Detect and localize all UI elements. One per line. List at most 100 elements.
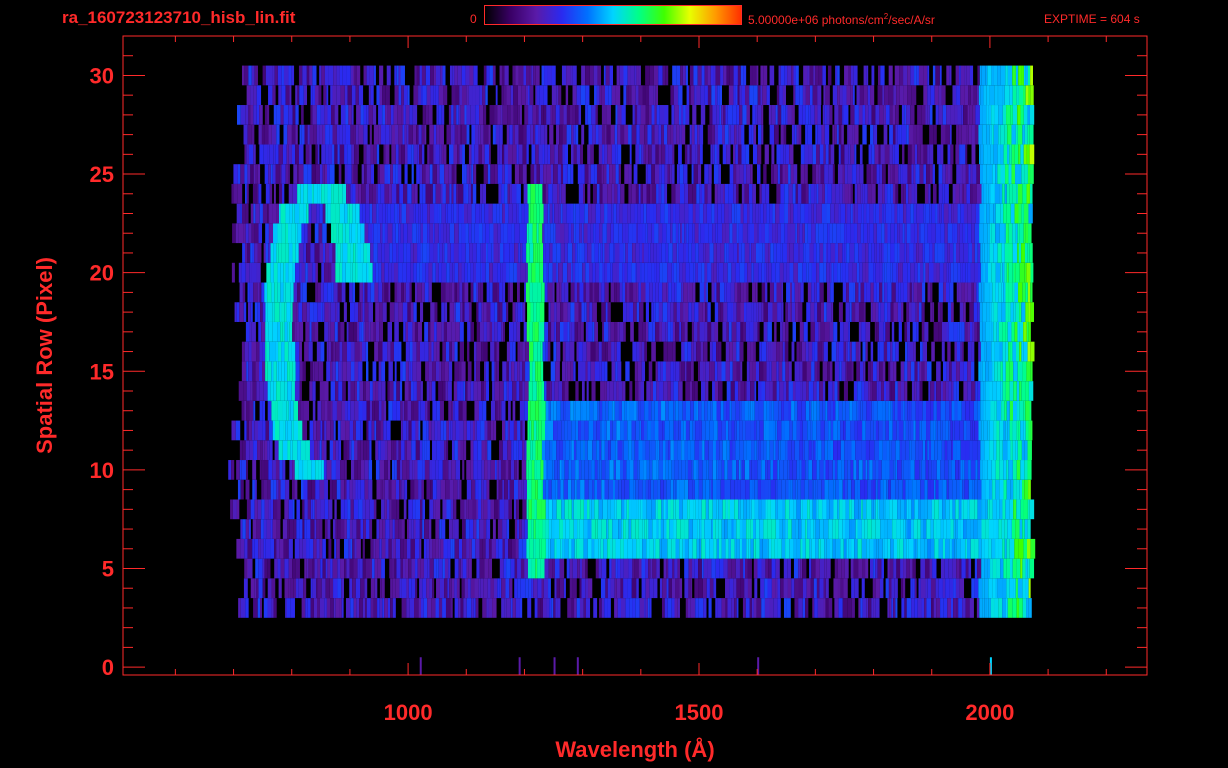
heatmap-cell [684,558,689,579]
heatmap-cell [521,460,527,480]
heatmap-cell [749,223,754,244]
heatmap-cell [380,183,385,204]
heatmap-cell [814,302,818,322]
heatmap-cell [373,598,378,618]
heatmap-cell [499,400,502,421]
heatmap-cell [441,519,446,539]
heatmap-cell [771,558,776,579]
heatmap-cell [996,420,1000,441]
heatmap-cell [963,519,967,539]
heatmap-cell [896,262,899,283]
heatmap-cell [392,460,395,480]
heatmap-cell [841,361,846,382]
heatmap-cell [651,341,656,362]
heatmap-cell [580,499,584,520]
heatmap-cell [271,282,275,303]
heatmap-cell [422,183,426,204]
heatmap-cell [277,223,282,244]
heatmap-cell [460,558,463,579]
heatmap-cell [649,538,654,559]
heatmap-cell [637,361,642,382]
heatmap-cell [822,183,825,204]
heatmap-cell [702,440,705,461]
heatmap-cell [736,223,739,244]
heatmap-cell [675,321,680,342]
heatmap-cell [497,321,502,342]
heatmap-cell [1023,341,1028,362]
heatmap-cell [959,321,962,342]
heatmap-cell [774,321,777,342]
heatmap-cell [610,321,615,342]
heatmap-cell [410,243,414,263]
heatmap-cell [457,440,461,461]
heatmap-cell [690,578,693,599]
heatmap-cell [413,203,416,224]
heatmap-cell [535,558,538,579]
heatmap-cell [570,203,574,224]
heatmap-cell [260,519,264,539]
heatmap-cell [337,519,341,539]
heatmap-cell [401,282,404,303]
heatmap-cell [880,479,884,500]
heatmap-cell [954,420,960,441]
heatmap-cell [563,578,566,599]
heatmap-cell [817,440,822,461]
heatmap-cell [561,420,565,441]
heatmap-cell [888,420,893,441]
heatmap-cell [479,321,484,342]
heatmap-cell [234,302,237,322]
heatmap-cell [805,519,808,539]
heatmap-cell [378,361,382,382]
heatmap-cell [336,479,341,500]
heatmap-cell [309,440,315,461]
heatmap-cell [406,203,410,224]
heatmap-cell [433,341,437,362]
heatmap-cell [785,538,790,559]
heatmap-cell [692,203,696,224]
heatmap-cell [790,223,796,244]
heatmap-cell [675,223,679,244]
heatmap-cell [287,361,290,382]
heatmap-cell [375,460,380,480]
heatmap-cell [662,420,665,441]
heatmap-cell [238,598,241,618]
heatmap-cell [489,282,493,303]
heatmap-cell [433,243,438,263]
heatmap-cell [426,440,430,461]
heatmap-cell [768,558,772,579]
heatmap-cell [494,381,500,401]
heatmap-cell [858,282,861,303]
heatmap-cell [758,499,762,520]
heatmap-cell [908,460,911,480]
heatmap-cell [684,321,688,342]
heatmap-cell [816,420,821,441]
heatmap-cell [267,479,271,500]
heatmap-cell [548,262,553,283]
heatmap-cell [869,400,872,421]
heatmap-cell [962,460,965,480]
heatmap-cell [1027,341,1031,362]
heatmap-cell [365,321,369,342]
heatmap-cell [411,519,414,539]
heatmap-cell [643,243,649,263]
heatmap-cell [798,519,802,539]
heatmap-cell [951,361,957,382]
heatmap-cell [444,361,449,382]
heatmap-cell [355,203,360,224]
heatmap-cell [392,400,397,421]
heatmap-cell [795,381,801,401]
heatmap-cell [958,282,962,303]
heatmap-cell [434,479,437,500]
heatmap-cell [388,400,393,421]
heatmap-cell [454,282,457,303]
heatmap-cell [921,420,927,441]
heatmap-cell [882,440,887,461]
heatmap-cell [384,460,388,480]
heatmap-cell [533,519,536,539]
heatmap-cell [235,420,241,441]
heatmap-cell [607,203,612,224]
heatmap-cell [662,282,667,303]
heatmap-cell [384,243,390,263]
heatmap-cell [934,440,938,461]
heatmap-cell [475,538,480,559]
